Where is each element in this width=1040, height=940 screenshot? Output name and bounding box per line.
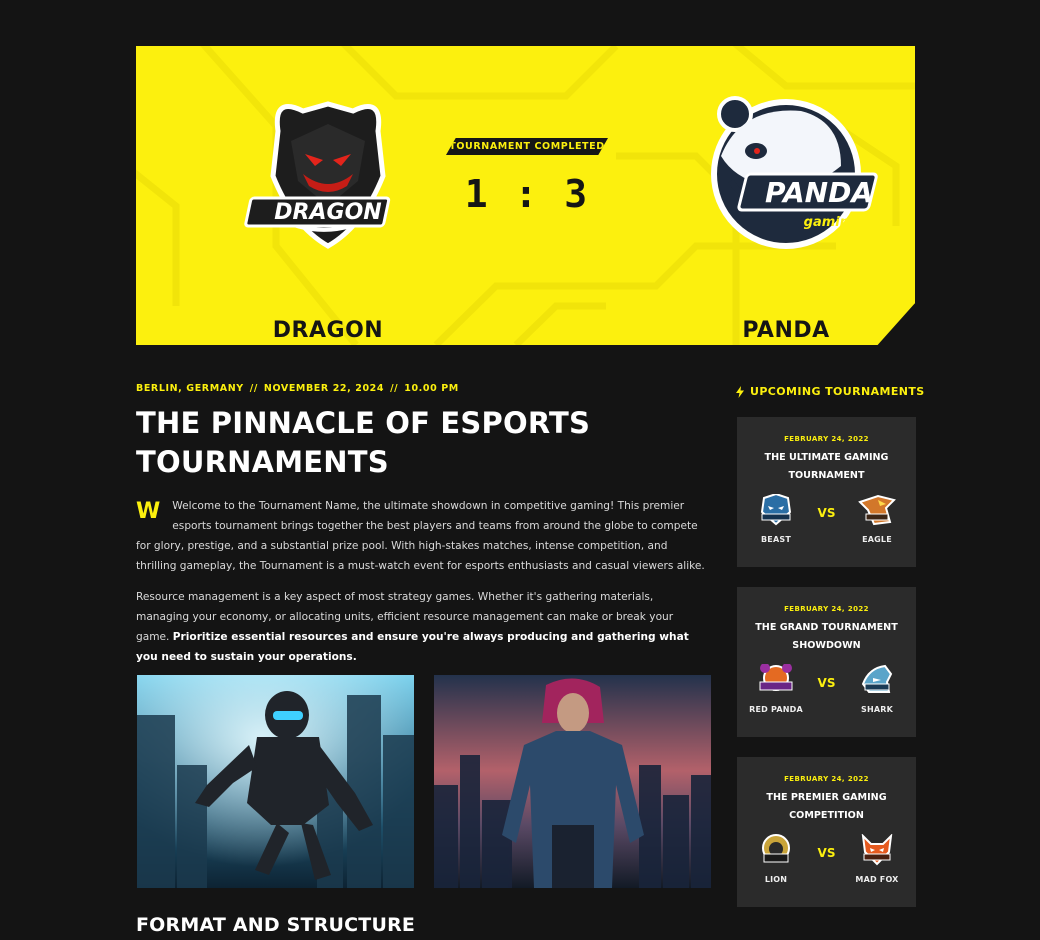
meta-separator: // — [390, 383, 399, 394]
match-result-banner: DRAGON DRAGON TOURNAMENT COMPLETED 1 : 3… — [136, 46, 915, 345]
meta-separator: // — [249, 383, 258, 394]
card-team-right[interactable]: EAGLE — [847, 494, 907, 544]
shark-logo-icon — [861, 664, 893, 693]
panda-logo-text: PANDA — [765, 176, 873, 209]
match-score: 1 : 3 — [464, 172, 590, 216]
card-date: FEBRUARY 24, 2022 — [784, 775, 869, 783]
panda-logo-icon: PANDA gaming — [711, 96, 878, 249]
hooded-hero-illustration — [434, 675, 711, 888]
tournament-card[interactable]: FEBRUARY 24, 2022 THE ULTIMATE GAMING TO… — [737, 417, 916, 567]
event-date: NOVEMBER 22, 2024 — [263, 383, 385, 394]
card-date: FEBRUARY 24, 2022 — [784, 435, 869, 443]
dropcap: W — [136, 499, 161, 524]
team-right-name: PANDA — [742, 318, 830, 343]
card-title: THE PREMIER GAMING COMPETITION — [766, 792, 887, 821]
card-team-right[interactable]: SHARK — [847, 664, 907, 714]
team-left-name: DRAGON — [272, 318, 384, 343]
resource-paragraph: Resource management is a key aspect of m… — [136, 587, 706, 667]
bolt-icon — [736, 385, 744, 398]
card-team-right-name: EAGLE — [862, 535, 892, 544]
event-time: 10.00 PM — [404, 383, 459, 394]
intro-text: Welcome to the Tournament Name, the ulti… — [136, 500, 705, 572]
event-meta: BERLIN, GERMANY // NOVEMBER 22, 2024 // 10.0… — [136, 383, 459, 394]
dragon-logo-icon: DRAGON — [244, 101, 391, 249]
team-dragon[interactable]: DRAGON DRAGON — [198, 86, 458, 343]
mad-fox-logo-icon — [861, 834, 893, 866]
tournament-status-badge: TOURNAMENT COMPLETED — [446, 138, 608, 155]
upcoming-tournaments-heading: UPCOMING TOURNAMENTS — [736, 385, 925, 398]
team-panda[interactable]: PANDA gaming PANDA — [656, 86, 915, 343]
card-team-left-name: RED PANDA — [749, 705, 803, 714]
dragon-logo-text: DRAGON — [274, 200, 381, 225]
intro-paragraph: W Welcome to the Tournament Name, the ult… — [136, 496, 706, 576]
card-team-left-name: LION — [764, 875, 788, 884]
article-title: THE PINNACLE OF ESPORTS TOURNAMENTS — [136, 406, 591, 479]
section-title: FORMAT AND STRUCTURE — [136, 914, 416, 936]
card-team-left-name: BEAST — [761, 535, 791, 544]
panda-logo-subtext: gaming — [804, 215, 859, 230]
card-title: THE ULTIMATE GAMING TOURNAMENT — [764, 452, 889, 481]
event-location: BERLIN, GERMANY — [136, 383, 244, 394]
card-team-right[interactable]: MAD FOX — [847, 834, 907, 884]
card-date: FEBRUARY 24, 2022 — [784, 605, 869, 613]
tournament-card[interactable]: FEBRUARY 24, 2022 THE GRAND TOURNAMENT S… — [737, 587, 916, 737]
sidebar-heading-label: UPCOMING TOURNAMENTS — [750, 385, 925, 398]
resource-text-bold: Prioritize essential resources and ensur… — [136, 631, 689, 663]
card-team-right-name: MAD FOX — [855, 875, 899, 884]
cyber-ninja-illustration — [137, 675, 414, 888]
article-image-cyber-ninja — [137, 675, 414, 888]
tournament-card[interactable]: FEBRUARY 24, 2022 THE PREMIER GAMING COM… — [737, 757, 916, 907]
eagle-logo-icon — [858, 494, 896, 526]
card-team-right-name: SHARK — [860, 705, 893, 714]
card-title: THE GRAND TOURNAMENT SHOWDOWN — [755, 622, 898, 651]
article-image-hooded-hero — [434, 675, 711, 888]
